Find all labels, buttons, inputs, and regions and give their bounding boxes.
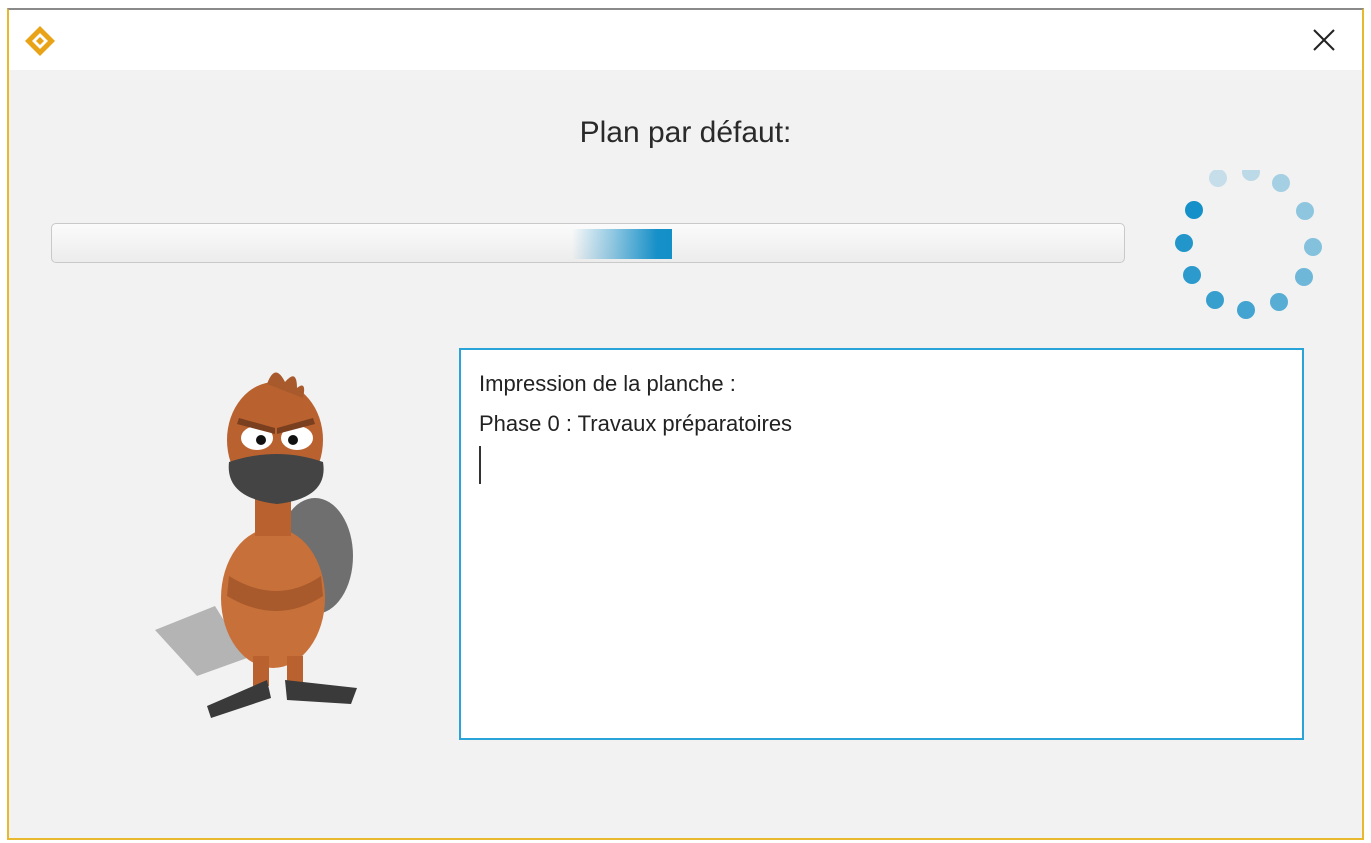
close-x-icon <box>1313 29 1335 51</box>
close-button[interactable] <box>1286 10 1362 70</box>
log-line: Phase 0 : Travaux préparatoires <box>479 411 793 436</box>
dialog-window: Plan par défaut: Impression de la planch… <box>7 8 1364 840</box>
log-textarea[interactable]: Impression de la planche : Phase 0 : Tra… <box>459 348 1304 740</box>
progress-indicator <box>572 229 672 259</box>
diamond-logo-icon <box>25 26 55 56</box>
plan-title: Plan par défaut: <box>579 116 792 149</box>
platypus-mascot-icon <box>155 372 357 718</box>
loading-spinner-icon <box>1175 170 1322 319</box>
progress-bar <box>51 223 1125 263</box>
text-caret <box>479 446 481 484</box>
title-bar <box>9 10 1362 70</box>
log-line: Impression de la planche : <box>479 371 736 396</box>
